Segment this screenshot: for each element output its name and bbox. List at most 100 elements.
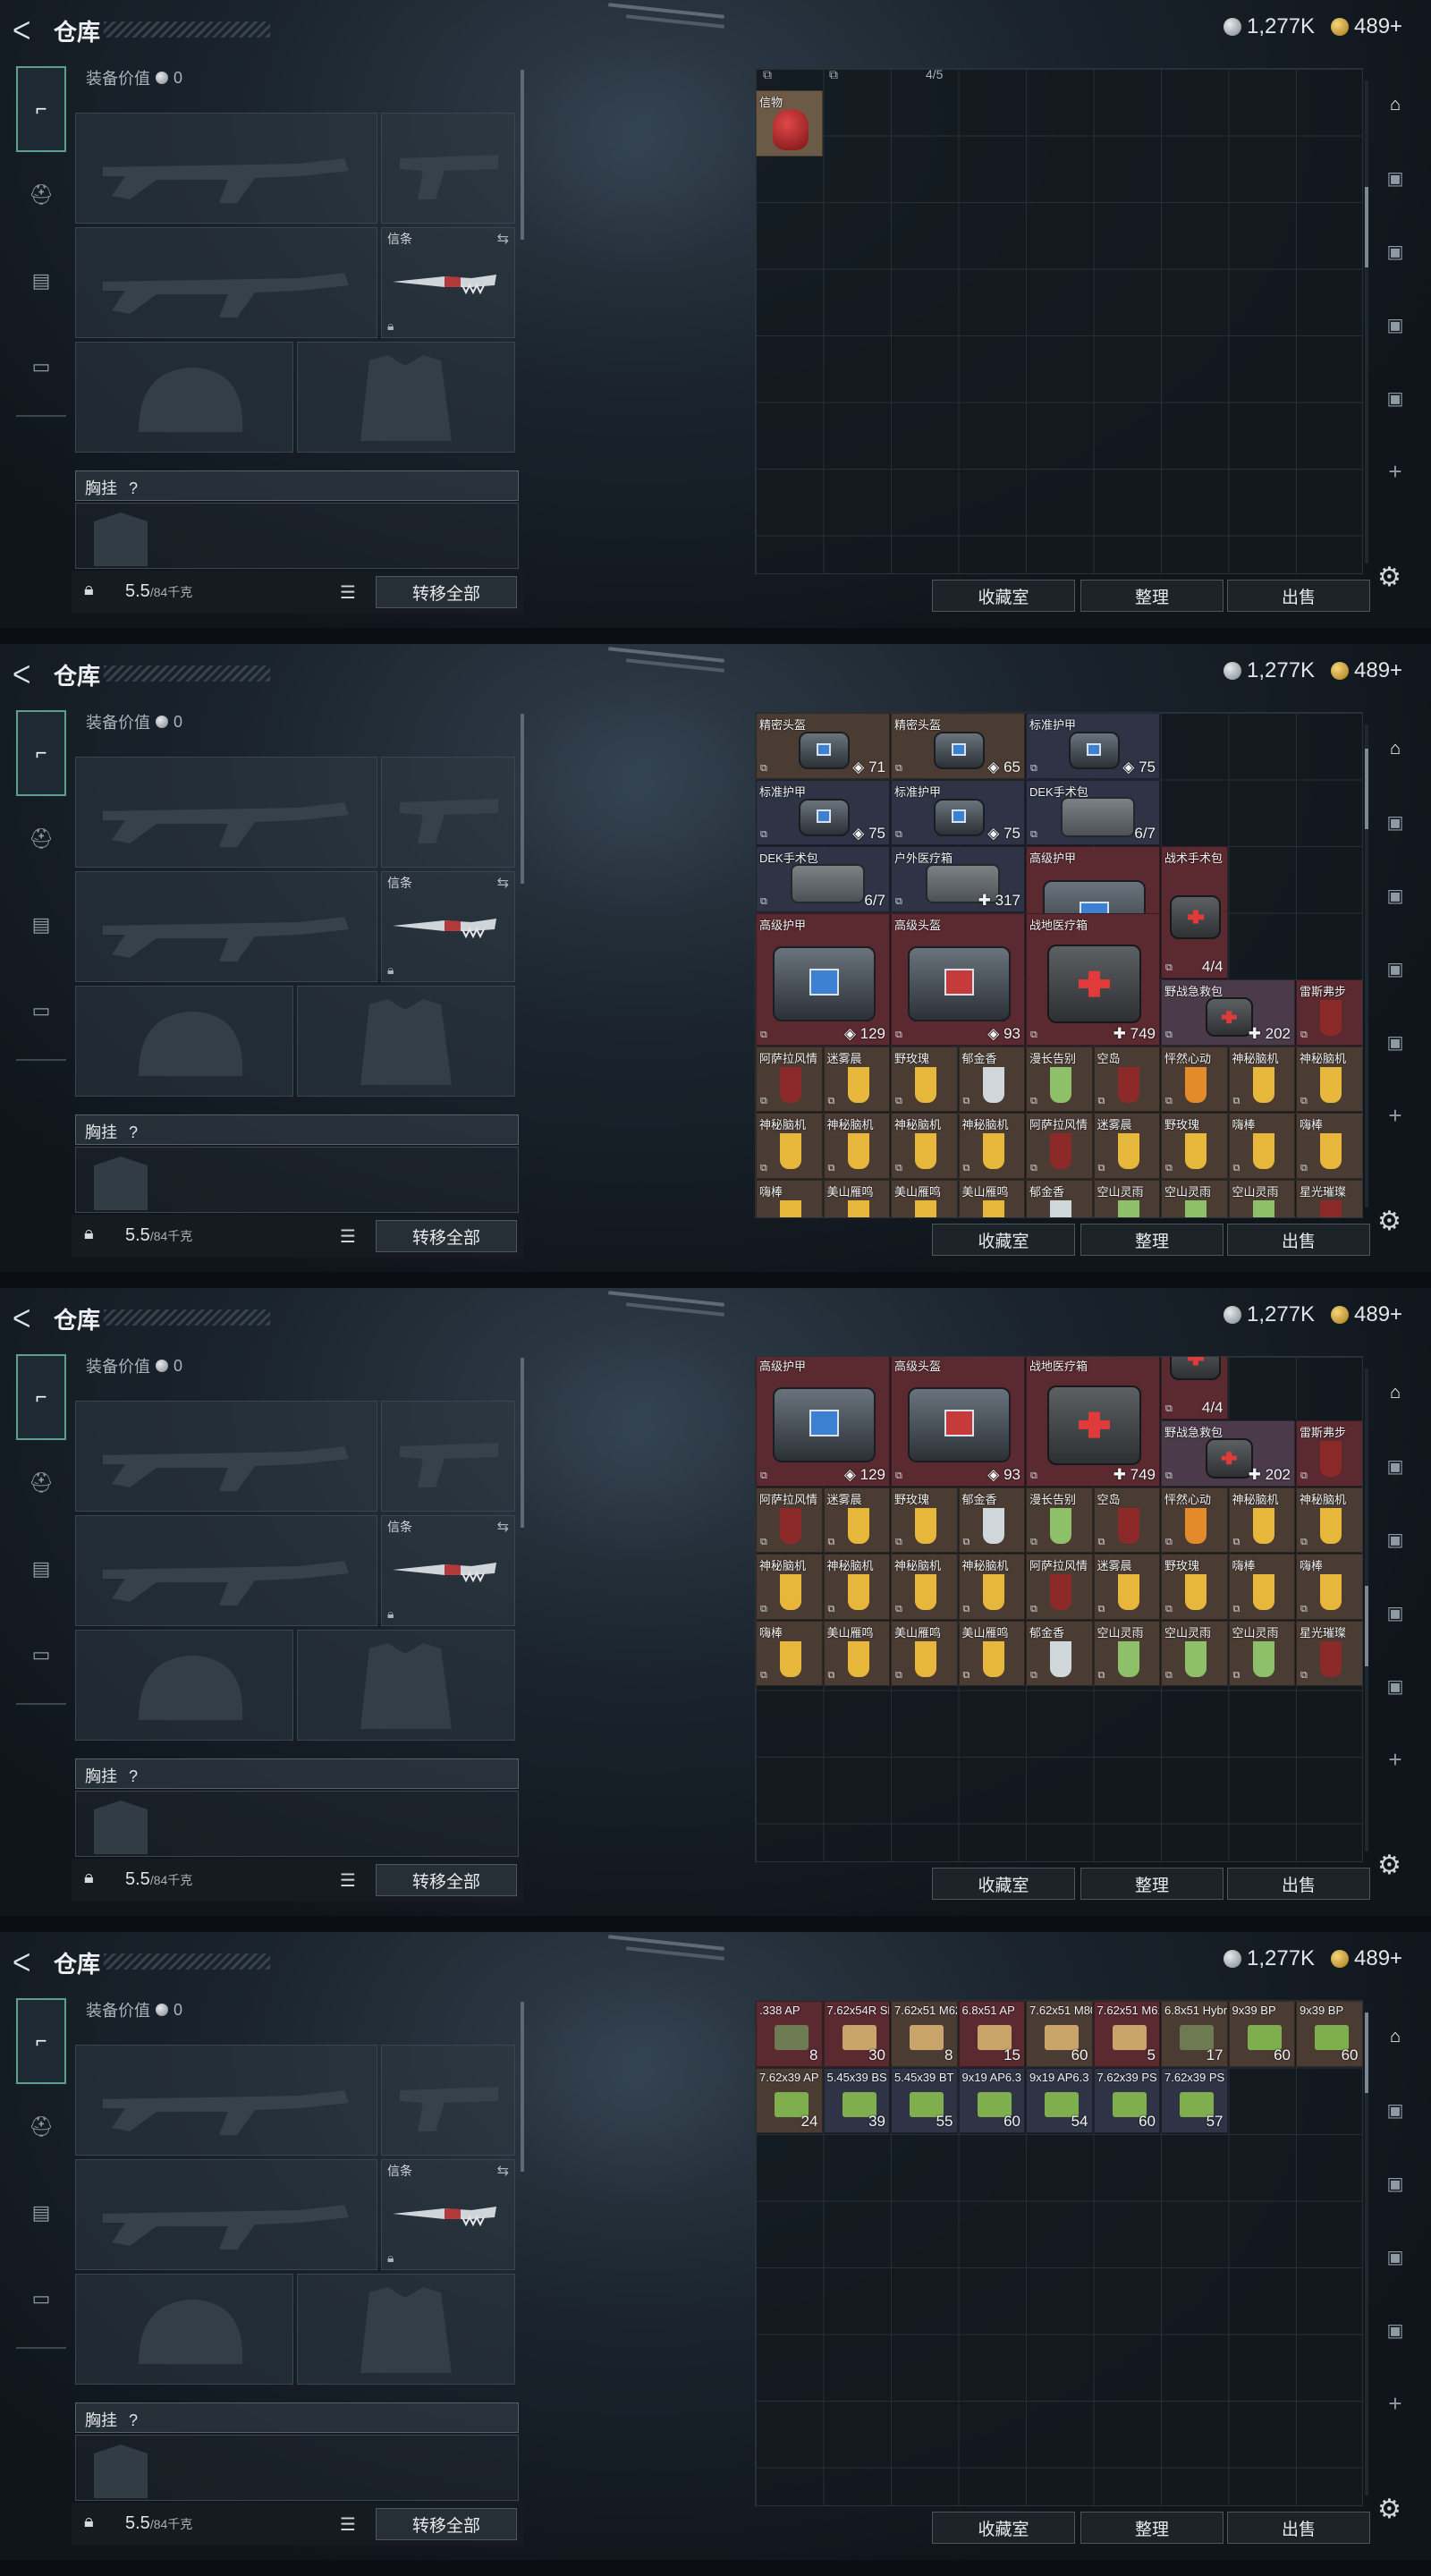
primary-weapon-slot[interactable] (75, 757, 377, 868)
swap-icon[interactable]: ⇆ (497, 230, 509, 248)
settings-gear-icon[interactable]: ⚙ (1377, 1206, 1401, 1237)
sidearm-slot[interactable] (381, 2045, 515, 2156)
inventory-item[interactable]: 神秘脑机 ⧉ (958, 1113, 1025, 1179)
inventory-item[interactable]: 郁金香⧉ (958, 1046, 1025, 1112)
inventory-item[interactable]: 神秘脑机 ⧉ (756, 1113, 823, 1179)
help-icon[interactable]: ? (129, 479, 138, 497)
storage-tab[interactable]: ▣ (1377, 932, 1413, 1005)
inventory-item[interactable]: 7.62x54R SNB 30 (823, 2001, 890, 2067)
sell-button[interactable]: 出售 (1227, 2512, 1370, 2544)
inventory-item[interactable]: 迷雾晨 ⧉ (823, 1046, 890, 1112)
inventory-item[interactable]: .338 AP 8 (756, 2001, 823, 2067)
storage-tab[interactable]: ▣ (1377, 1649, 1413, 1723)
chest-rig-slot[interactable]: 胸挂 ? (75, 2402, 519, 2433)
storage-home-tab[interactable]: ⌂ (1377, 68, 1413, 141)
nav-weapons[interactable]: ⌐ (16, 710, 66, 796)
melee-slot[interactable]: 信条 ⇆ 🔒︎ (381, 871, 515, 982)
inventory-item[interactable]: 郁金香⧉ (958, 1487, 1025, 1554)
sort-button[interactable]: 整理 (1080, 1868, 1224, 1900)
storage-scroll-thumb[interactable] (1365, 2012, 1368, 2093)
inventory-item[interactable]: 野玫瑰 ⧉ (1161, 1113, 1228, 1179)
sell-button[interactable]: 出售 (1227, 1868, 1370, 1900)
storage-grid[interactable]: 精密头盔◈ 71⧉精密头盔◈ 65⧉标准护甲◈ 75⧉标准护甲◈ 75⧉标准护甲… (755, 1356, 1363, 1862)
inventory-item[interactable]: 9x19 AP6.3 54 (1026, 2067, 1093, 2133)
chest-rig-slot[interactable]: 胸挂 ? (75, 1114, 519, 1145)
inventory-item[interactable]: 神秘脑机 ⧉ (891, 1113, 958, 1179)
inventory-item[interactable]: 美山雁鸣⧉ (958, 1179, 1025, 1217)
primary-weapon-slot[interactable] (75, 1401, 377, 1512)
sort-button[interactable]: 整理 (1080, 1224, 1224, 1256)
nav-backpack[interactable]: ▤ (16, 2170, 66, 2256)
nav-helmet[interactable]: ⛑ (16, 1440, 66, 1526)
storage-tab[interactable]: ▣ (1377, 361, 1413, 435)
transfer-all-button[interactable]: 转移全部 (376, 576, 517, 608)
inventory-item[interactable]: 5.45x39 BS 39 (823, 2067, 890, 2133)
storage-tab[interactable]: ▣ (1377, 859, 1413, 932)
back-arrow-icon[interactable]: ᐸ (13, 1948, 30, 1978)
sidearm-slot[interactable] (381, 113, 515, 224)
transfer-all-button[interactable]: 转移全部 (376, 1220, 517, 1252)
back-arrow-icon[interactable]: ᐸ (13, 660, 30, 690)
inventory-item[interactable]: 嗨棒 ⧉ (1296, 1554, 1362, 1620)
transfer-all-button[interactable]: 转移全部 (376, 1864, 517, 1896)
add-storage-button[interactable]: + (1377, 1079, 1413, 1152)
helmet-slot[interactable] (75, 2274, 293, 2385)
inventory-item[interactable]: 标准护甲 ◈ 75 ⧉ (756, 779, 890, 845)
list-icon[interactable]: ☰ (340, 1869, 356, 1892)
inventory-item[interactable]: 7.62x39 PS 60 (1093, 2067, 1160, 2133)
settings-gear-icon[interactable]: ⚙ (1377, 562, 1401, 593)
inventory-item[interactable]: 嗨棒 ⧉ (1296, 1113, 1362, 1179)
inventory-item[interactable]: 怦然心动 ⧉ (1161, 1046, 1228, 1112)
list-icon[interactable]: ☰ (340, 581, 356, 604)
nav-helmet[interactable]: ⛑ (16, 152, 66, 238)
storage-home-tab[interactable]: ⌂ (1377, 1356, 1413, 1429)
inventory-item[interactable]: 信物 (756, 90, 823, 157)
back-arrow-icon[interactable]: ᐸ (13, 1304, 30, 1334)
inventory-item[interactable]: 9x39 BP 60 (1228, 2001, 1295, 2067)
list-icon[interactable]: ☰ (340, 2513, 356, 2536)
inventory-item[interactable]: 高级头盔 ◈ 93 ⧉ (891, 912, 1025, 1046)
helmet-slot[interactable] (75, 1630, 293, 1741)
inventory-item[interactable]: 郁金香⧉ (1026, 1179, 1093, 1217)
chest-rig-slot[interactable]: 胸挂 ? (75, 470, 519, 501)
inventory-item[interactable]: 9x39 BP 60 (1296, 2001, 1362, 2067)
inventory-item[interactable]: 7.62x39 AP 24 (756, 2067, 823, 2133)
nav-case[interactable]: ▭ (16, 2256, 66, 2342)
secondary-weapon-slot[interactable] (75, 871, 377, 982)
inventory-item[interactable]: DEK手术包 6/7 ⧉ (1026, 779, 1160, 845)
nav-case[interactable]: ▭ (16, 1612, 66, 1698)
storage-grid[interactable]: 精密头盔◈ 71⧉精密头盔◈ 65⧉标准护甲◈ 75⧉标准护甲◈ 75⧉标准护甲… (755, 712, 1363, 1218)
inventory-item[interactable]: 美山雁鸣⧉ (958, 1620, 1025, 1687)
inventory-item[interactable]: 空岛 ⧉ (1093, 1487, 1160, 1554)
inventory-item[interactable]: 迷雾晨 ⧉ (1093, 1554, 1160, 1620)
inventory-item[interactable]: 空山灵雨 ⧉ (1093, 1620, 1160, 1687)
inventory-item[interactable]: 美山雁鸣⧉ (823, 1179, 890, 1217)
inventory-item[interactable]: 雷斯弗步 ⧉ (1296, 1420, 1362, 1487)
inventory-item[interactable]: 神秘脑机 ⧉ (823, 1554, 890, 1620)
inventory-item[interactable]: 雷斯弗步 ⧉ (1296, 979, 1362, 1046)
inventory-item[interactable]: 神秘脑机 ⧉ (756, 1554, 823, 1620)
nav-backpack[interactable]: ▤ (16, 882, 66, 968)
lock-icon[interactable]: 🔒︎ (84, 580, 94, 600)
sell-button[interactable]: 出售 (1227, 1224, 1370, 1256)
inventory-item[interactable]: 嗨棒 ⧉ (1228, 1113, 1295, 1179)
inventory-item[interactable]: 空岛 ⧉ (1093, 1046, 1160, 1112)
inventory-item[interactable]: 阿萨拉风情 ⧉ (1026, 1554, 1093, 1620)
nav-case[interactable]: ▭ (16, 324, 66, 410)
gold-currency[interactable]: 489+ (1331, 658, 1402, 683)
armor-slot[interactable] (297, 1630, 515, 1741)
inventory-item[interactable]: 星光璀璨 ⧉ (1296, 1620, 1362, 1687)
settings-gear-icon[interactable]: ⚙ (1377, 2494, 1401, 2525)
storage-tab[interactable]: ▣ (1377, 1429, 1413, 1503)
swap-icon[interactable]: ⇆ (497, 874, 509, 892)
help-icon[interactable]: ? (129, 1767, 138, 1785)
inventory-item[interactable]: 标准护甲 ◈ 75 ⧉ (1026, 713, 1160, 779)
inventory-item[interactable]: 阿萨拉风情 ⧉ (756, 1046, 823, 1112)
transfer-all-button[interactable]: 转移全部 (376, 2508, 517, 2540)
nav-backpack[interactable]: ▤ (16, 1526, 66, 1612)
storage-scroll-thumb[interactable] (1365, 749, 1368, 829)
help-icon[interactable]: ? (129, 2411, 138, 2429)
storage-tab[interactable]: ▣ (1377, 2147, 1413, 2220)
inventory-item[interactable]: 高级头盔 ◈ 93 ⧉ (891, 1357, 1025, 1487)
storage-scroll-thumb[interactable] (1365, 1586, 1368, 1666)
